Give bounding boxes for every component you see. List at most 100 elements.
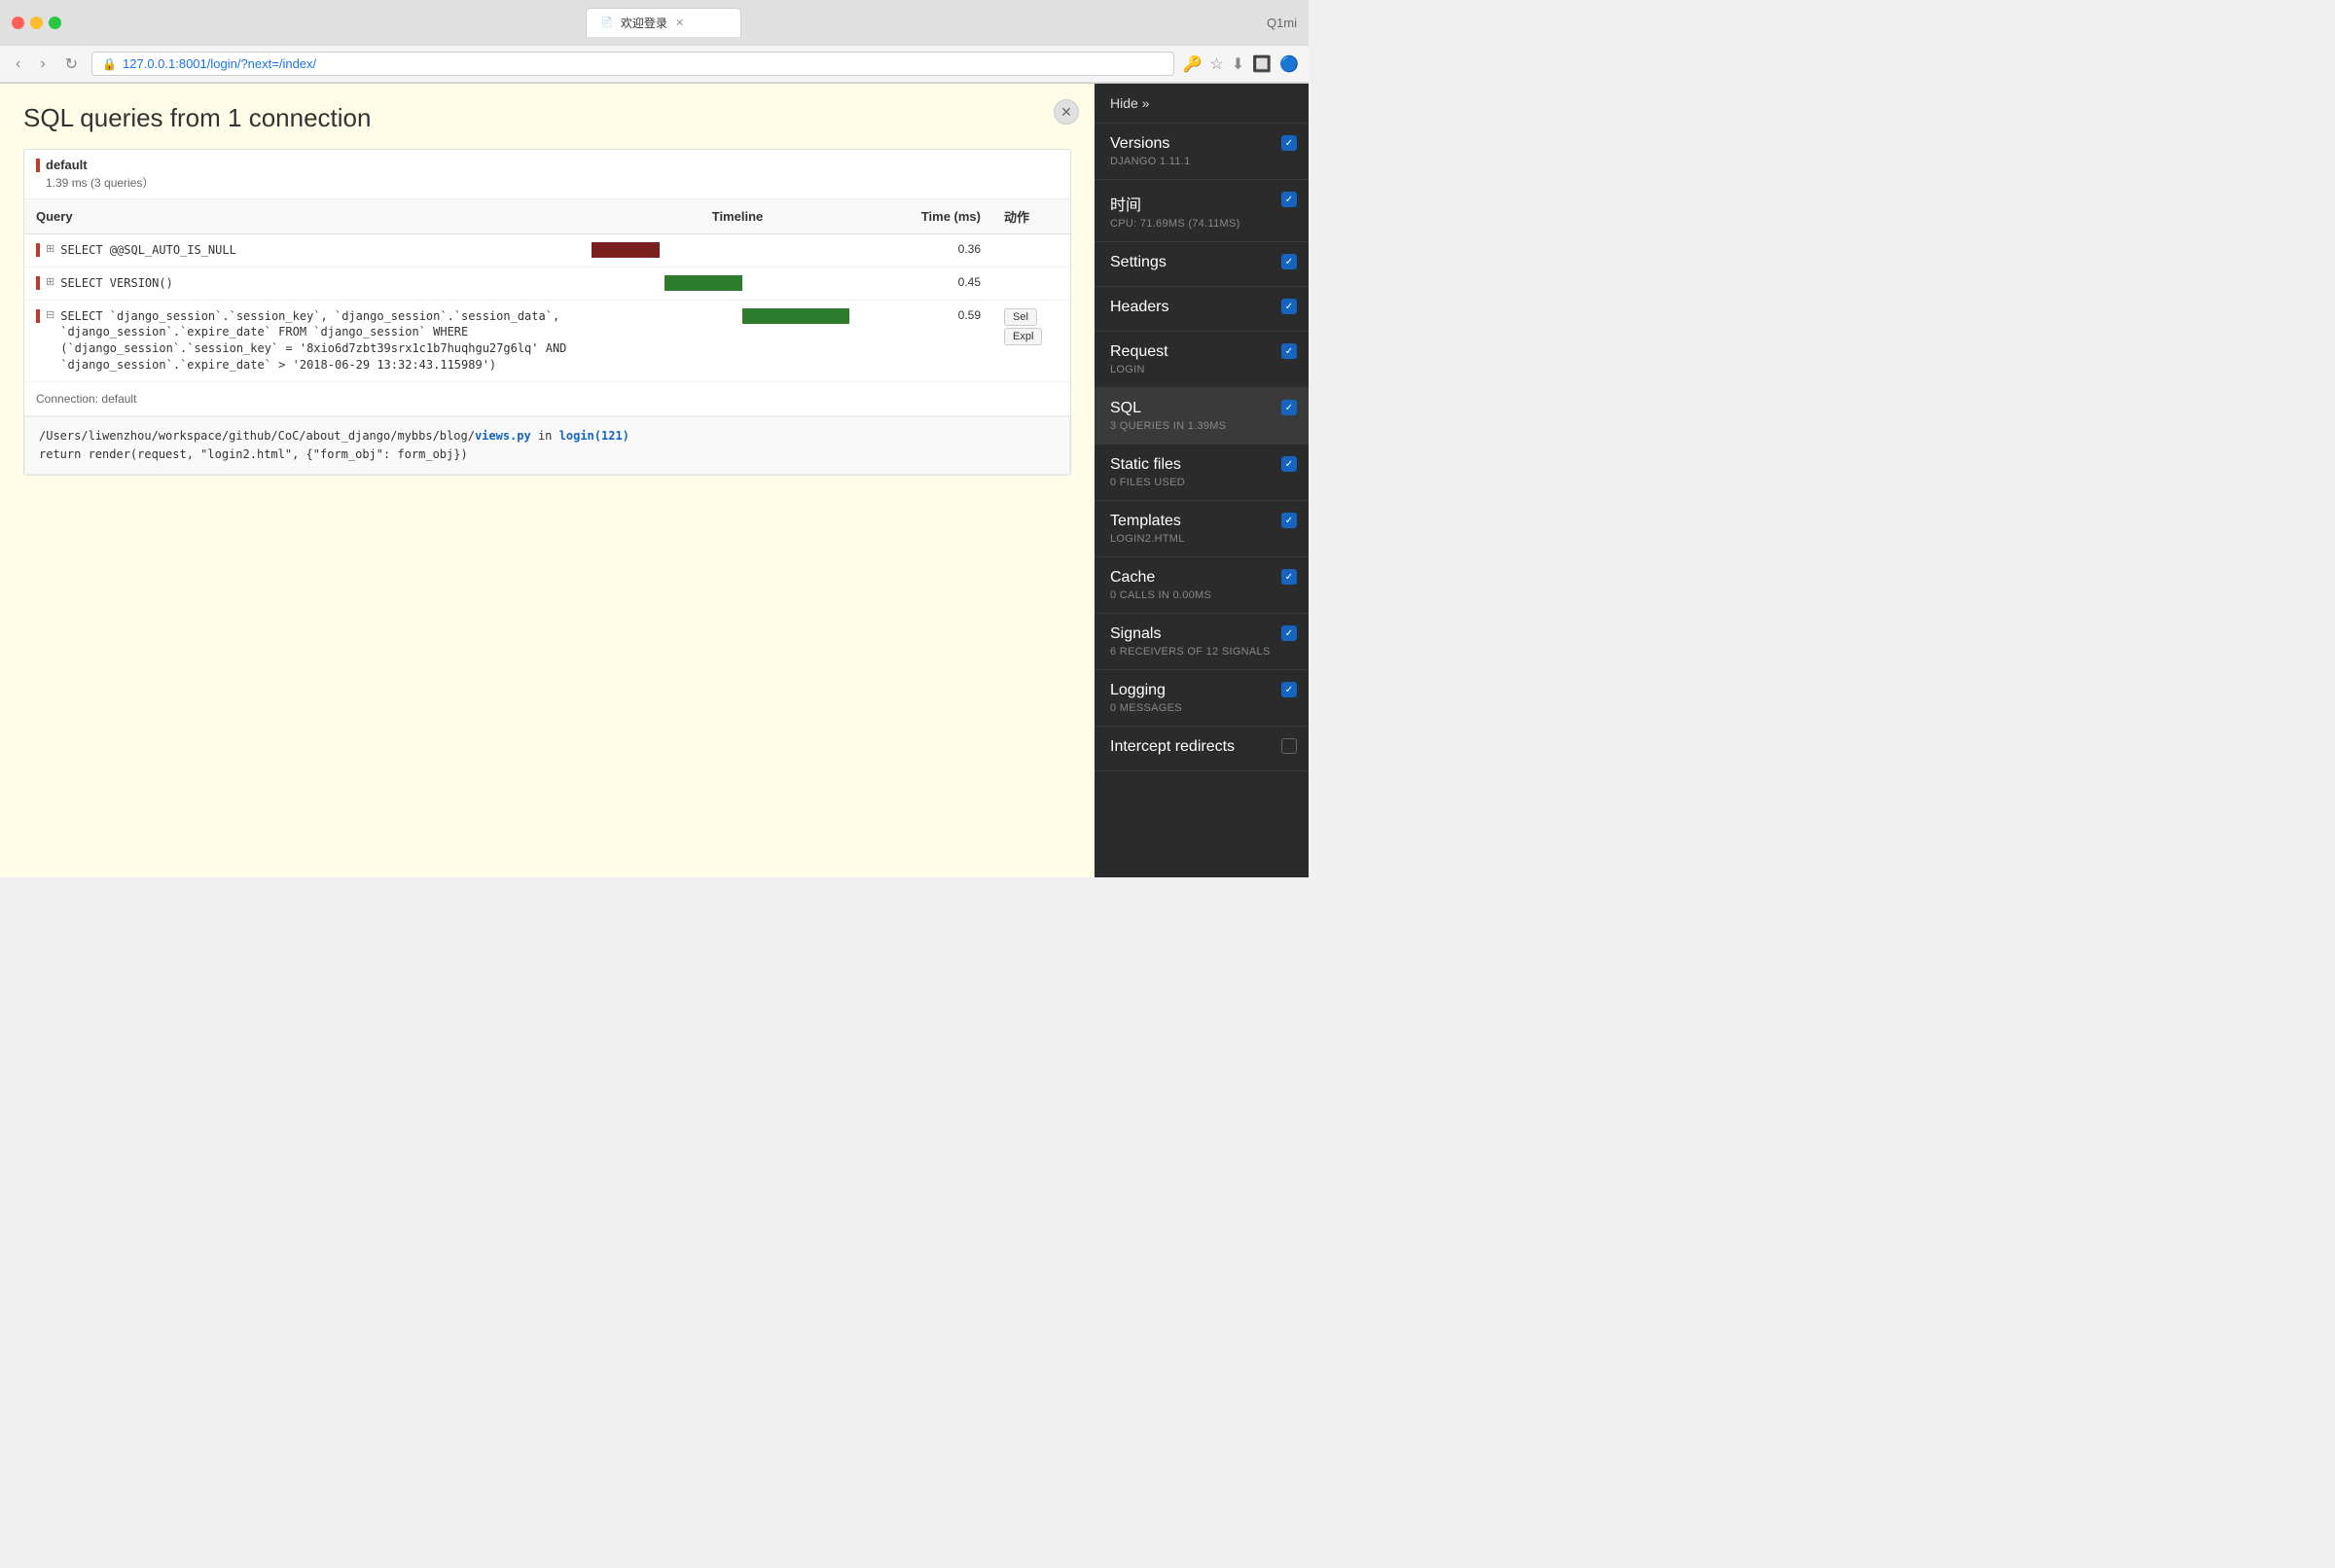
code-highlight2: login(121) [559, 429, 629, 443]
panel-item-title: SQL [1110, 400, 1293, 417]
panel-item-sub: LOGIN [1110, 364, 1293, 375]
action-col-header: 动作 [992, 199, 1070, 234]
user-label: Q1mi [1267, 16, 1297, 30]
browser-toolbar: ‹ › ↻ 🔒 127.0.0.1:8001/login/?next=/inde… [0, 45, 1309, 83]
panel-item-sub: 0 FILES USED [1110, 477, 1293, 488]
templates-checkbox[interactable] [1281, 513, 1297, 528]
panel-item-request[interactable]: Request LOGIN [1095, 332, 1309, 388]
connection-label: Connection: [36, 392, 98, 406]
query-text: SELECT `django_session`.`session_key`, `… [60, 308, 566, 374]
tab-favicon: 📄 [600, 18, 612, 28]
signals-checkbox[interactable] [1281, 625, 1297, 641]
timeline-col-header: Timeline [580, 199, 895, 234]
versions-checkbox[interactable] [1281, 135, 1297, 151]
logging-checkbox[interactable] [1281, 682, 1297, 697]
back-button[interactable]: ‹ [10, 53, 26, 75]
panel-item-title: Versions [1110, 135, 1293, 153]
query-cell: ⊟ SELECT `django_session`.`session_key`,… [36, 308, 568, 374]
code-block: /Users/liwenzhou/workspace/github/CoC/ab… [24, 416, 1070, 475]
sql-checkbox[interactable] [1281, 400, 1297, 415]
panel-item-time[interactable]: 时间 CPU: 71.69MS (74.11MS) [1095, 180, 1309, 242]
close-panel-button[interactable]: ✕ [1054, 99, 1079, 125]
minimize-traffic-light[interactable] [30, 17, 43, 29]
panel-item-sub: LOGIN2.HTML [1110, 533, 1293, 545]
action-cell [992, 267, 1070, 300]
action-cell: Sel Expl [992, 300, 1070, 381]
address-bar[interactable]: 🔒 127.0.0.1:8001/login/?next=/index/ [91, 52, 1174, 76]
timeline-bar [742, 308, 849, 324]
table-row: ⊞ SELECT @@SQL_AUTO_IS_NULL 0.36 [24, 234, 1070, 267]
request-checkbox[interactable] [1281, 343, 1297, 359]
page-title: SQL queries from 1 connection [23, 103, 1071, 133]
panel-item-logging[interactable]: Logging 0 MESSAGES [1095, 670, 1309, 727]
table-row: ⊟ SELECT `django_session`.`session_key`,… [24, 300, 1070, 381]
panel-item-title: Signals [1110, 625, 1293, 643]
panel-item-title: Logging [1110, 682, 1293, 699]
panel-item-title: Cache [1110, 569, 1293, 587]
title-bar: 📄 欢迎登录 ✕ Q1mi [0, 0, 1309, 45]
close-traffic-light[interactable] [12, 17, 24, 29]
expl-button[interactable]: Expl [1004, 328, 1042, 345]
star-icon[interactable]: ☆ [1209, 54, 1223, 74]
hide-panel-button[interactable]: Hide » [1095, 84, 1309, 124]
settings-checkbox[interactable] [1281, 254, 1297, 269]
key-icon: 🔑 [1182, 54, 1202, 74]
query-cell: ⊞ SELECT @@SQL_AUTO_IS_NULL [36, 242, 568, 259]
panel-item-intercept-redirects[interactable]: Intercept redirects [1095, 727, 1309, 771]
row-indicator [36, 243, 40, 257]
code-highlight: views.py [475, 429, 531, 443]
panel-item-settings[interactable]: Settings [1095, 242, 1309, 287]
time-cell: 0.45 [895, 267, 992, 300]
sel-button[interactable]: Sel [1004, 308, 1037, 326]
secure-icon: 🔒 [102, 57, 117, 71]
timeline-cell [580, 267, 895, 300]
cache-checkbox[interactable] [1281, 569, 1297, 585]
tab-title: 欢迎登录 [621, 15, 667, 31]
expand-button[interactable]: ⊞ [46, 275, 54, 288]
expand-button[interactable]: ⊟ [46, 308, 54, 321]
browser-chrome: 📄 欢迎登录 ✕ Q1mi ‹ › ↻ 🔒 127.0.0.1:8001/log… [0, 0, 1309, 84]
timeline-bar [592, 242, 660, 258]
panel-item-static-files[interactable]: Static files 0 FILES USED [1095, 445, 1309, 501]
db-indicator [36, 159, 40, 172]
panel-item-title: Request [1110, 343, 1293, 361]
fullscreen-traffic-light[interactable] [49, 17, 61, 29]
panel-item-sub: 3 QUERIES IN 1.39MS [1110, 420, 1293, 432]
panel-item-title: Intercept redirects [1110, 738, 1293, 756]
timeline-cell [580, 300, 895, 381]
refresh-button[interactable]: ↻ [59, 53, 84, 76]
panel-item-title: Settings [1110, 254, 1293, 271]
panel-item-cache[interactable]: Cache 0 CALLS IN 0.00MS [1095, 557, 1309, 614]
connection-value: default [101, 392, 136, 406]
expand-button[interactable]: ⊞ [46, 242, 54, 255]
db-section: default 1.39 ms (3 queries） Query Timeli… [23, 149, 1071, 476]
panel-item-sql[interactable]: SQL 3 QUERIES IN 1.39MS [1095, 388, 1309, 445]
panel-item-templates[interactable]: Templates LOGIN2.HTML [1095, 501, 1309, 557]
panel-item-sub: 0 MESSAGES [1110, 702, 1293, 714]
panel-item-sub: 6 RECEIVERS OF 12 SIGNALS [1110, 646, 1293, 658]
headers-checkbox[interactable] [1281, 299, 1297, 314]
query-cell: ⊞ SELECT VERSION() [36, 275, 568, 292]
panel-item-signals[interactable]: Signals 6 RECEIVERS OF 12 SIGNALS [1095, 614, 1309, 670]
content-area: SQL queries from 1 connection ✕ default … [0, 84, 1095, 877]
connection-info: Connection: default [24, 382, 1070, 416]
panel-item-headers[interactable]: Headers [1095, 287, 1309, 332]
intercept-redirects-checkbox[interactable] [1281, 738, 1297, 754]
panel-item-title: 时间 [1110, 192, 1293, 215]
panel-item-versions[interactable]: Versions DJANGO 1.11.1 [1095, 124, 1309, 180]
tab-close-button[interactable]: ✕ [675, 17, 684, 29]
row-indicator [36, 276, 40, 290]
forward-button[interactable]: › [34, 53, 51, 75]
sync-icon: 🔵 [1279, 54, 1299, 74]
static-files-checkbox[interactable] [1281, 456, 1297, 472]
extension-icon: 🔲 [1252, 54, 1272, 74]
db-header: default 1.39 ms (3 queries） [24, 150, 1070, 199]
panel-item-sub: DJANGO 1.11.1 [1110, 156, 1293, 167]
table-row: ⊞ SELECT VERSION() 0.45 [24, 267, 1070, 300]
download-icon: ⬇ [1232, 54, 1244, 74]
time-cell: 0.36 [895, 234, 992, 267]
time-col-header: Time (ms) [895, 199, 992, 234]
toolbar-icons: 🔑 ☆ ⬇ 🔲 🔵 [1182, 54, 1299, 74]
browser-tab[interactable]: 📄 欢迎登录 ✕ [586, 8, 741, 37]
time-checkbox[interactable] [1281, 192, 1297, 207]
